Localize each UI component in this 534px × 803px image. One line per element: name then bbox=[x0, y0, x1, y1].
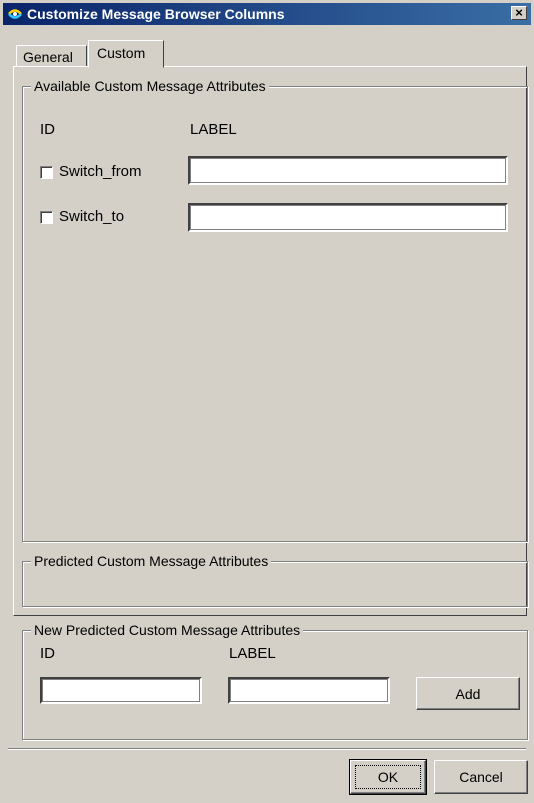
switch-from-id: Switch_from bbox=[59, 163, 142, 180]
new-label-header: LABEL bbox=[229, 645, 276, 662]
window-title: Customize Message Browser Columns bbox=[27, 6, 285, 22]
footer-divider bbox=[8, 748, 526, 750]
new-id-input[interactable] bbox=[42, 679, 200, 702]
available-attributes-legend: Available Custom Message Attributes bbox=[31, 78, 269, 94]
new-label-field[interactable] bbox=[228, 677, 390, 704]
close-icon: × bbox=[515, 5, 523, 20]
tab-custom[interactable]: Custom bbox=[88, 40, 164, 68]
dialog-window: Customize Message Browser Columns × Gene… bbox=[0, 0, 534, 803]
tab-general-label: General bbox=[23, 49, 73, 65]
cancel-button[interactable]: Cancel bbox=[434, 760, 528, 794]
add-button[interactable]: Add bbox=[416, 677, 520, 710]
tab-general[interactable]: General bbox=[16, 45, 87, 67]
switch-to-checkbox[interactable] bbox=[40, 211, 53, 224]
switch-to-label-field[interactable] bbox=[188, 203, 508, 232]
new-id-header: ID bbox=[40, 645, 55, 662]
switch-to-label-input[interactable] bbox=[190, 205, 506, 230]
new-id-field[interactable] bbox=[40, 677, 202, 704]
ok-button-label: OK bbox=[377, 769, 399, 785]
title-bar[interactable]: Customize Message Browser Columns × bbox=[3, 3, 531, 25]
cancel-button-label: Cancel bbox=[459, 769, 503, 785]
predicted-attributes-legend: Predicted Custom Message Attributes bbox=[31, 553, 272, 569]
ok-button[interactable]: OK bbox=[349, 759, 427, 795]
new-label-input[interactable] bbox=[230, 679, 388, 702]
switch-from-label-input[interactable] bbox=[190, 158, 506, 183]
switch-to-id: Switch_to bbox=[59, 208, 125, 225]
available-attributes-group: Available Custom Message Attributes bbox=[22, 78, 528, 542]
switch-from-checkbox[interactable] bbox=[40, 166, 53, 179]
available-label-header: LABEL bbox=[190, 121, 237, 138]
close-button[interactable]: × bbox=[511, 6, 527, 20]
tab-custom-label: Custom bbox=[97, 45, 146, 61]
app-icon bbox=[7, 6, 23, 22]
available-id-header: ID bbox=[40, 121, 55, 138]
switch-from-label-field[interactable] bbox=[188, 156, 508, 185]
predicted-attributes-group: Predicted Custom Message Attributes bbox=[22, 553, 528, 607]
new-predicted-attributes-legend: New Predicted Custom Message Attributes bbox=[31, 622, 304, 638]
add-button-label: Add bbox=[455, 685, 481, 702]
